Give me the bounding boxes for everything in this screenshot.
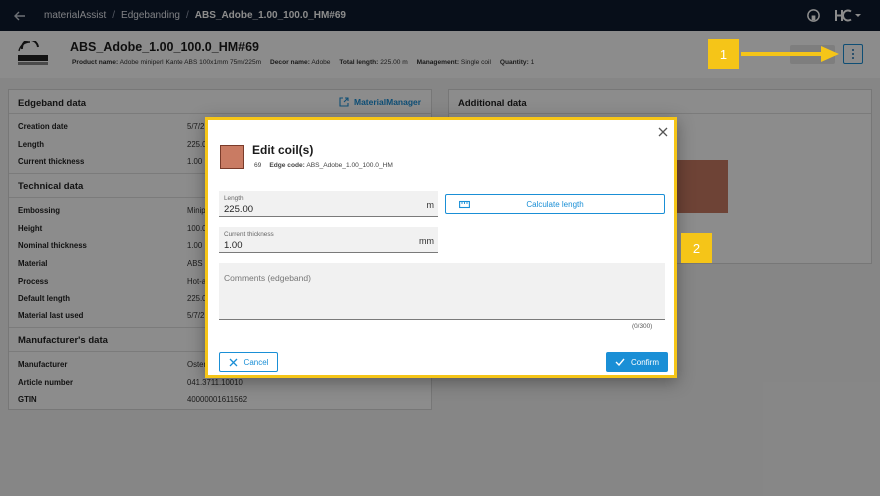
- coil-count: 69: [254, 162, 262, 169]
- length-value: 225.00: [224, 204, 254, 215]
- calculate-length-label: Calculate length: [526, 199, 584, 209]
- dialog-subtitle: 69 Edge code: ABS_Adobe_1.00_100.0_HM: [254, 162, 393, 169]
- callout-marker-2: 2: [681, 233, 712, 263]
- thickness-label: Current thickness: [224, 231, 274, 238]
- close-icon[interactable]: [656, 125, 670, 139]
- close-icon: [229, 358, 238, 366]
- length-label: Length: [224, 195, 244, 202]
- length-unit: m: [426, 200, 435, 210]
- dialog-title: Edit coil(s): [252, 143, 314, 157]
- coil-color-swatch: [220, 145, 244, 169]
- confirm-label: Confirm: [630, 357, 659, 367]
- callout-marker-1: 1: [708, 39, 739, 69]
- confirm-button[interactable]: Confirm: [606, 352, 668, 372]
- ruler-icon: [459, 200, 470, 209]
- edge-code-label: Edge code:: [269, 162, 305, 169]
- edit-coil-dialog: Edit coil(s) 69 Edge code: ABS_Adobe_1.00…: [205, 117, 677, 378]
- calculate-length-button[interactable]: Calculate length: [445, 194, 665, 214]
- edge-code-value: ABS_Adobe_1.00_100.0_HM: [306, 162, 393, 169]
- comments-counter: (0/300): [632, 323, 653, 330]
- thickness-unit: mm: [419, 236, 434, 246]
- comments-placeholder: Comments (edgeband): [224, 273, 311, 283]
- comments-textarea[interactable]: Comments (edgeband): [219, 263, 665, 320]
- arrow-right-icon: [741, 46, 839, 62]
- length-field[interactable]: Length 225.00 m: [219, 191, 438, 217]
- cancel-label: Cancel: [243, 357, 269, 367]
- thickness-value: 1.00: [224, 240, 243, 251]
- check-icon: [615, 358, 625, 366]
- cancel-button[interactable]: Cancel: [219, 352, 278, 372]
- current-thickness-field[interactable]: Current thickness 1.00 mm: [219, 227, 438, 253]
